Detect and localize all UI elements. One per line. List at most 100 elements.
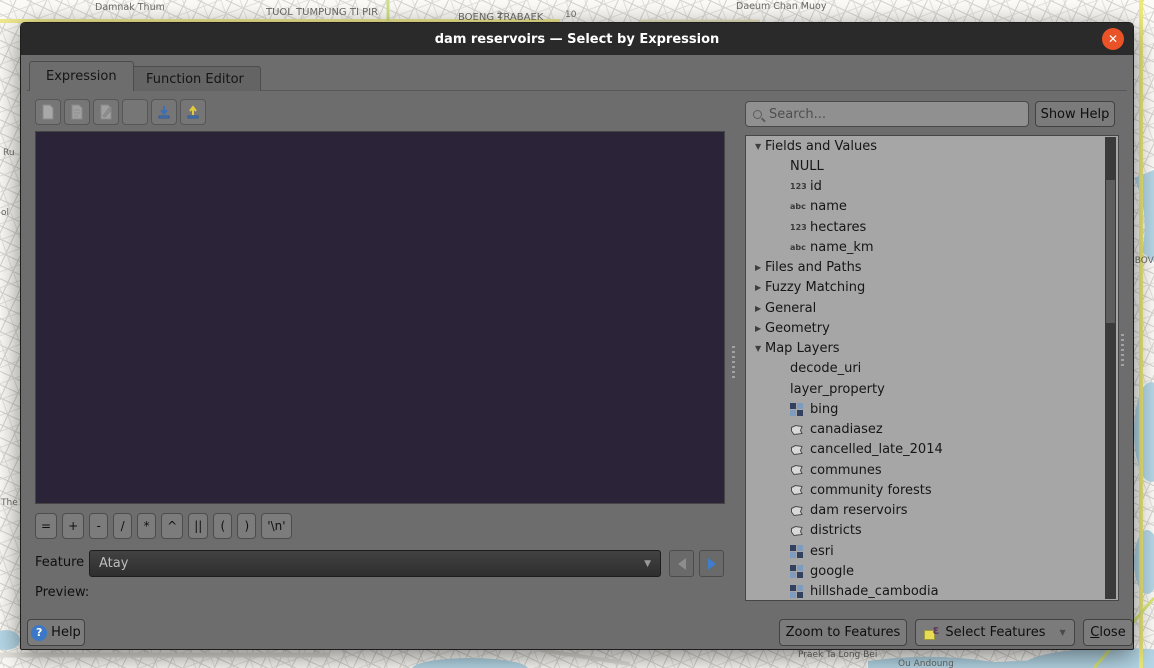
tab-expression[interactable]: Expression xyxy=(29,61,134,91)
tab-bar: Expression Function Editor xyxy=(27,61,1127,91)
numeric-field-icon: 123 xyxy=(790,182,810,191)
operator-button--[interactable]: * xyxy=(137,513,156,539)
document-icon[interactable] xyxy=(35,99,61,125)
show-help-button[interactable]: Show Help xyxy=(1035,101,1115,127)
tree-scrollbar[interactable] xyxy=(1105,137,1116,599)
select-features-button[interactable]: ε Select Features ▼ xyxy=(915,619,1075,646)
tree-item-hillshade-cambodia[interactable]: hillshade_cambodia xyxy=(746,582,1118,602)
tree-item-layer-property[interactable]: layer_property xyxy=(746,379,1118,399)
panel-splitter-handle[interactable] xyxy=(732,346,735,378)
tree-item-name[interactable]: abcname xyxy=(746,197,1118,217)
tree-item-districts[interactable]: districts xyxy=(746,521,1118,541)
tree-label: districts xyxy=(810,523,862,538)
dialog-title: dam reservoirs — Select by Expression xyxy=(435,32,720,47)
polygon-layer-icon xyxy=(790,483,810,497)
close-icon[interactable]: ✕ xyxy=(1102,28,1124,50)
select-by-expression-dialog: dam reservoirs — Select by Expression ✕ … xyxy=(20,22,1134,650)
tree-item-dam-reservoirs[interactable]: dam reservoirs xyxy=(746,501,1118,521)
expression-editor[interactable] xyxy=(35,131,725,504)
tree-item-esri[interactable]: esri xyxy=(746,541,1118,561)
operator-button--[interactable]: - xyxy=(89,513,108,539)
tree-label: google xyxy=(810,564,854,579)
tree-item-cancelled-late-2014[interactable]: cancelled_late_2014 xyxy=(746,440,1118,460)
tree-scrollbar-thumb[interactable] xyxy=(1106,180,1115,323)
raster-layer-icon xyxy=(790,403,810,416)
tree-label: name_km xyxy=(810,240,874,255)
tree-item-null[interactable]: NULL xyxy=(746,156,1118,176)
next-feature-button[interactable] xyxy=(699,550,724,577)
operator-button--[interactable]: || xyxy=(188,513,208,539)
preview-label: Preview: xyxy=(35,585,89,600)
tree-label: id xyxy=(810,179,822,194)
operator-button--n-[interactable]: '\n' xyxy=(261,513,291,539)
tree-label: hillshade_cambodia xyxy=(810,584,939,599)
document-edit-icon[interactable] xyxy=(93,99,119,125)
tree-item-hectares[interactable]: 123hectares xyxy=(746,217,1118,237)
help-splitter-handle[interactable] xyxy=(1121,334,1124,366)
show-help-label: Show Help xyxy=(1041,107,1110,122)
import-expressions-icon[interactable] xyxy=(151,99,177,125)
search-box xyxy=(745,101,1029,127)
feature-combo-value: Atay xyxy=(99,556,644,571)
dialog-titlebar: dam reservoirs — Select by Expression ✕ xyxy=(21,23,1133,55)
raster-layer-icon xyxy=(790,545,810,558)
operator-button--[interactable]: + xyxy=(62,513,84,539)
operator-button--[interactable]: ( xyxy=(213,513,232,539)
collapse-icon[interactable]: ▼ xyxy=(755,142,765,151)
tree-label: cancelled_late_2014 xyxy=(810,442,943,457)
previous-feature-button[interactable] xyxy=(669,550,694,577)
tab-expression-label: Expression xyxy=(46,69,117,84)
tree-group-fields-and-values[interactable]: ▼Fields and Values xyxy=(746,136,1118,156)
tree-item-id[interactable]: 123id xyxy=(746,177,1118,197)
feature-label: Feature xyxy=(35,555,84,570)
tree-label: NULL xyxy=(790,159,824,174)
tree-item-name-km[interactable]: abcname_km xyxy=(746,237,1118,257)
tree-group-geometry[interactable]: ▶Geometry xyxy=(746,318,1118,338)
help-button[interactable]: ? Help xyxy=(27,619,85,646)
operator-button--[interactable]: ^ xyxy=(161,513,183,539)
tree-group-map-layers[interactable]: ▼Map Layers xyxy=(746,339,1118,359)
tree-group-files-and-paths[interactable]: ▶Files and Paths xyxy=(746,258,1118,278)
tree-label: Geometry xyxy=(765,321,830,336)
string-field-icon: abc xyxy=(790,243,810,252)
expand-icon[interactable]: ▶ xyxy=(755,324,765,333)
tree-item-decode-uri[interactable]: decode_uri xyxy=(746,359,1118,379)
tree-label: name xyxy=(810,199,847,214)
tree-label: General xyxy=(765,301,816,316)
tree-label: esri xyxy=(810,544,834,559)
tree-item-community-forests[interactable]: community forests xyxy=(746,480,1118,500)
tree-label: layer_property xyxy=(790,382,885,397)
polygon-layer-icon xyxy=(790,423,810,437)
tree-item-google[interactable]: google xyxy=(746,561,1118,581)
operator-button--[interactable]: / xyxy=(113,513,132,539)
tree-item-canadiasez[interactable]: canadiasez xyxy=(746,420,1118,440)
tab-function-editor[interactable]: Function Editor xyxy=(129,66,261,91)
document-list-icon[interactable] xyxy=(64,99,90,125)
zoom-to-features-button[interactable]: Zoom to Features xyxy=(779,619,907,646)
expand-icon[interactable]: ▶ xyxy=(755,283,765,292)
select-features-icon: ε xyxy=(924,626,939,640)
feature-combo[interactable]: Atay ▼ xyxy=(89,550,661,577)
operator-row: =+-/*^||()'\n' xyxy=(35,513,292,539)
zoom-to-features-label: Zoom to Features xyxy=(786,625,901,640)
expand-icon[interactable]: ▶ xyxy=(755,304,765,313)
tree-label: decode_uri xyxy=(790,361,861,376)
select-features-dropdown-icon[interactable]: ▼ xyxy=(1059,628,1065,637)
chevron-down-icon: ▼ xyxy=(644,559,651,569)
operator-button--[interactable]: = xyxy=(35,513,57,539)
search-icon xyxy=(753,110,762,119)
polygon-layer-icon xyxy=(790,504,810,518)
tree-label: Map Layers xyxy=(765,341,840,356)
close-button[interactable]: Close xyxy=(1083,619,1133,646)
expand-icon[interactable]: ▶ xyxy=(755,263,765,272)
operator-button--[interactable]: ) xyxy=(237,513,256,539)
export-expressions-icon[interactable] xyxy=(180,99,206,125)
empty-toolbar-button[interactable] xyxy=(122,99,148,125)
tree-group-fuzzy-matching[interactable]: ▶Fuzzy Matching xyxy=(746,278,1118,298)
tree-label: community forests xyxy=(810,483,932,498)
collapse-icon[interactable]: ▼ xyxy=(755,344,765,353)
search-input[interactable] xyxy=(769,107,1021,122)
tree-item-communes[interactable]: communes xyxy=(746,460,1118,480)
tree-item-bing[interactable]: bing xyxy=(746,399,1118,419)
tree-group-general[interactable]: ▶General xyxy=(746,298,1118,318)
